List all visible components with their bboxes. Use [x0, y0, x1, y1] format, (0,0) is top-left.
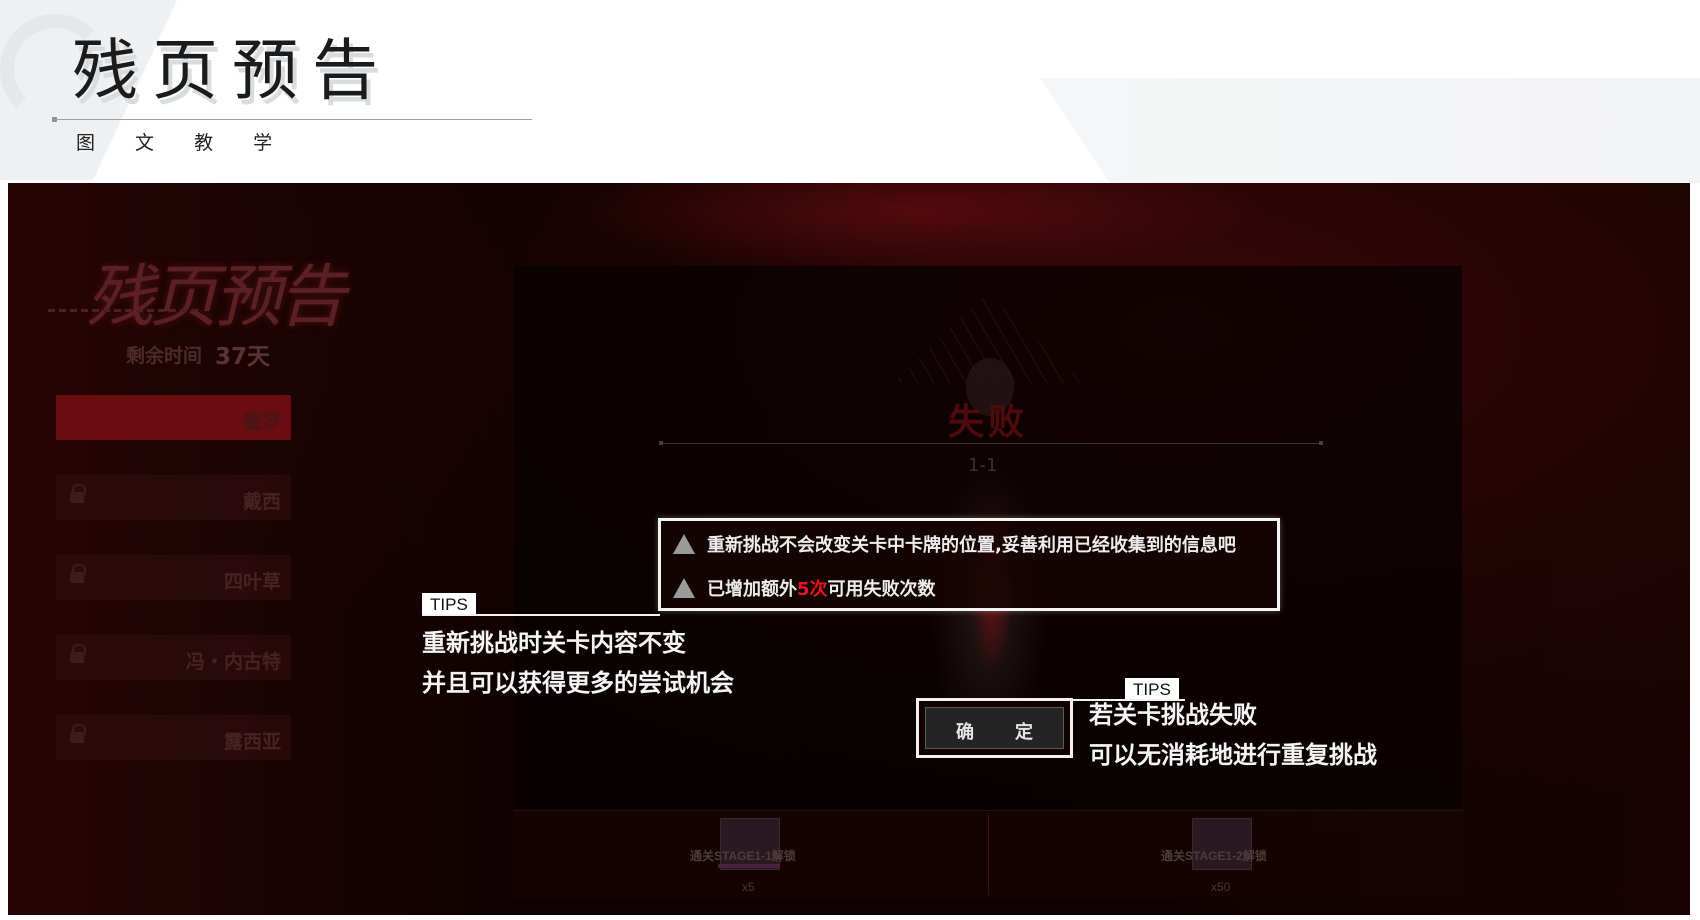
sidebar-item-label: 冯・内古特 [185, 651, 281, 673]
confirm-label-char: 确 [956, 722, 974, 743]
event-logo-text: 残页预告 [86, 258, 346, 337]
remaining-time-value: 37天 [215, 344, 271, 370]
tip-text-after: 可用失败次数 [827, 579, 936, 600]
sidebar-item-clover[interactable]: 四叶草 [56, 555, 291, 600]
tips-caption-line: 若关卡挑战失败 [1089, 701, 1257, 729]
sidebar-item-lucia[interactable]: 露西亚 [56, 715, 291, 760]
tips-connector-line [422, 614, 660, 616]
lock-icon [70, 564, 86, 585]
sidebar-item-vonnegut[interactable]: 冯・内古特 [56, 635, 291, 680]
stage-number: 1-1 [968, 455, 998, 476]
game-screenshot: 残页预告 剩余时间 37天 噩梦 戴西 四叶草 冯・内古特 露西亚 失败 1-1… [8, 183, 1690, 915]
reward-unlock-label: 通关STAGE1-2解锁 [1161, 849, 1267, 863]
tip-text-highlight: 5次 [797, 579, 828, 600]
reward-divider [988, 813, 989, 895]
lock-icon [70, 484, 86, 505]
confirm-highlight-frame: 确 定 [916, 698, 1073, 758]
sidebar-item-label: 四叶草 [223, 571, 281, 593]
reward-unlock-label: 通关STAGE1-1解锁 [690, 849, 796, 863]
tip-line-position: 重新挑战不会改变关卡中卡牌的位置,妥善利用已经收集到的信息吧 [673, 531, 1236, 557]
retry-tip-box: 重新挑战不会改变关卡中卡牌的位置,妥善利用已经收集到的信息吧 已增加额外5次可用… [658, 518, 1280, 611]
reward-count: x5 [742, 880, 755, 894]
background-glow [568, 183, 1268, 273]
page-title: 残页预告 [72, 32, 392, 109]
sidebar-item-daisy[interactable]: 戴西 [56, 475, 291, 520]
tip-text-before: 已增加额外 [707, 579, 797, 600]
tips-caption-line: 可以无消耗地进行重复挑战 [1089, 741, 1377, 769]
title-rule [54, 119, 532, 120]
reward-progress [718, 864, 780, 868]
lock-icon [70, 644, 86, 665]
confirm-label-char: 定 [1015, 722, 1033, 743]
lock-icon [70, 724, 86, 745]
confirm-button[interactable]: 确 定 [925, 707, 1064, 749]
warning-icon [673, 534, 695, 554]
tip-line-extra-attempts: 已增加额外5次可用失败次数 [673, 575, 936, 601]
remaining-time-label: 剩余时间 [126, 345, 203, 367]
result-divider [659, 441, 1323, 445]
reward-count: x50 [1211, 880, 1231, 894]
result-title: 失败 [948, 402, 1029, 443]
header-decoration-right [1040, 78, 1700, 183]
sidebar-item-label: 噩梦 [242, 411, 281, 433]
warning-icon [673, 578, 695, 598]
sidebar-item-nightmare[interactable]: 噩梦 [56, 395, 291, 440]
tips-caption-line: 重新挑战时关卡内容不变 [422, 629, 686, 657]
event-logo-underline [48, 309, 198, 312]
tips-tag: TIPS [422, 593, 476, 616]
tip-text: 重新挑战不会改变关卡中卡牌的位置,妥善利用已经收集到的信息吧 [707, 535, 1236, 556]
page-subtitle: 图 文 教 学 [76, 132, 290, 154]
tips-caption-line: 并且可以获得更多的尝试机会 [422, 669, 734, 697]
sidebar-item-label: 戴西 [242, 491, 281, 513]
sidebar-item-label: 露西亚 [223, 731, 281, 753]
